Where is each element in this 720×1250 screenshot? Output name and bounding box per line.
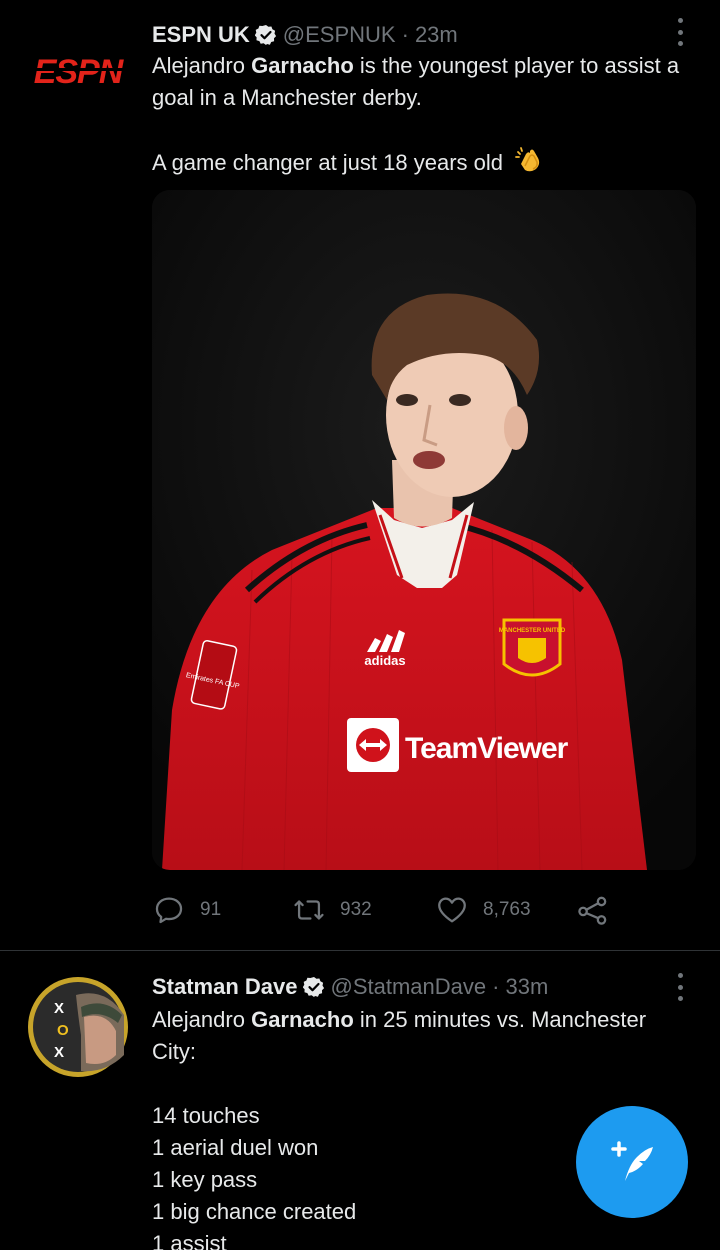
- separator-dot: ·: [492, 974, 500, 999]
- avatar-mark-x1: X: [54, 1000, 64, 1017]
- retweet-icon: [294, 900, 324, 920]
- author-name[interactable]: Statman Dave: [152, 974, 298, 1000]
- kit-brand: adidas: [364, 653, 405, 668]
- verified-badge-icon: [254, 24, 277, 46]
- statmandave-avatar[interactable]: X O X: [26, 975, 130, 1079]
- verified-badge-icon: [302, 976, 325, 998]
- tweet-espnuk[interactable]: ESPN ESPN UK @ESPNUK · 23m Alejandro Gar…: [0, 0, 720, 950]
- crest-text: MANCHESTER UNITED: [499, 628, 566, 634]
- tweet-time[interactable]: 23m: [415, 22, 458, 48]
- separator-dot: ·: [401, 22, 409, 47]
- reply-button[interactable]: 91: [152, 888, 221, 932]
- retweet-count: 932: [340, 899, 372, 920]
- stat-line: 1 assist: [152, 1231, 227, 1250]
- heart-icon: [438, 897, 466, 923]
- clapping-hands-emoji: [515, 146, 545, 183]
- tweet-header: Statman Dave @StatmanDave · 33m: [152, 972, 548, 1002]
- like-count: 8,763: [483, 899, 531, 920]
- bold-name: Garnacho: [251, 53, 354, 78]
- bold-name: Garnacho: [251, 1007, 354, 1032]
- author-name[interactable]: ESPN UK: [152, 22, 250, 48]
- avatar-mark-x2: X: [54, 1044, 64, 1061]
- avatar-mark-o: O: [57, 1022, 69, 1039]
- sponsor-text: TeamViewer: [405, 732, 569, 765]
- tweet-header: ESPN UK @ESPNUK · 23m: [152, 20, 458, 50]
- more-icon[interactable]: [672, 18, 688, 46]
- retweet-button[interactable]: 932: [292, 888, 372, 932]
- compose-tweet-button[interactable]: [576, 1106, 688, 1218]
- tweet-text: Alejandro Garnacho is the youngest playe…: [152, 50, 692, 183]
- tweet-actions: 91 932 8,763: [152, 888, 622, 932]
- tweet-photo[interactable]: adidas MANCHESTER UNITED Emirates FA CUP…: [152, 190, 696, 870]
- more-icon[interactable]: [672, 973, 688, 1001]
- author-handle[interactable]: @StatmanDave: [331, 974, 487, 1000]
- compose-tweet-icon: [611, 1141, 653, 1181]
- reply-count: 91: [200, 899, 222, 920]
- share-icon: [578, 896, 607, 925]
- tweet-time[interactable]: 33m: [505, 974, 548, 1000]
- author-handle[interactable]: @ESPNUK: [283, 22, 396, 48]
- espn-avatar[interactable]: ESPN: [26, 22, 130, 122]
- espn-logo-text: ESPN: [34, 53, 125, 91]
- like-button[interactable]: 8,763: [435, 888, 531, 932]
- share-button[interactable]: [576, 888, 610, 932]
- reply-icon: [155, 897, 183, 924]
